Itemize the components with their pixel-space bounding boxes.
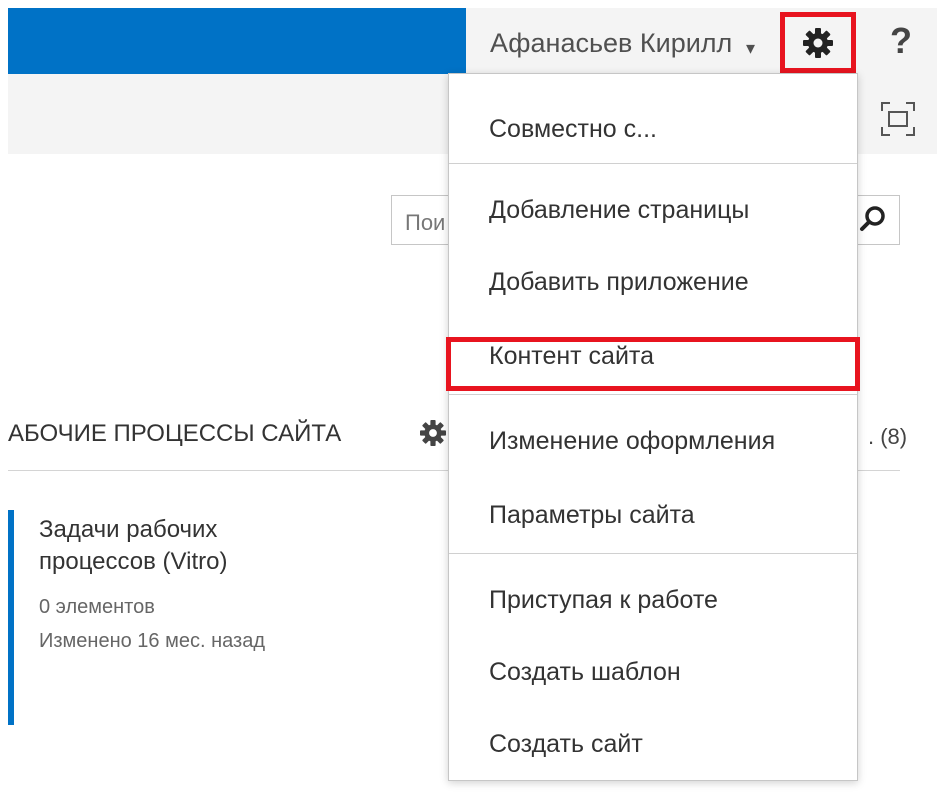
section-count: . (8) xyxy=(868,424,908,449)
site-contents-highlight xyxy=(446,337,860,391)
menu-separator xyxy=(449,553,857,554)
menu-item-site-settings[interactable]: Параметры сайта xyxy=(489,501,695,530)
menu-item-add-app[interactable]: Добавить приложение xyxy=(489,268,749,297)
gear-icon[interactable] xyxy=(420,420,446,446)
tile-accent-bar xyxy=(8,510,14,725)
suite-bar xyxy=(8,8,466,74)
tile-title-link[interactable]: Задачи рабочих процессов (Vitro) xyxy=(39,514,299,578)
help-icon[interactable]: ? xyxy=(890,20,912,62)
menu-item-save-as-template[interactable]: Создать шаблон xyxy=(489,658,681,687)
menu-item-change-look[interactable]: Изменение оформления xyxy=(489,427,775,456)
menu-item-getting-started[interactable]: Приступая к работе xyxy=(489,586,718,615)
menu-item-add-page[interactable]: Добавление страницы xyxy=(489,196,749,225)
tile-item-count: 0 элементов xyxy=(39,596,155,618)
menu-separator xyxy=(449,394,857,395)
gear-icon xyxy=(803,28,833,58)
menu-item-new-site[interactable]: Создать сайт xyxy=(489,730,643,759)
settings-menu: Совместно с... Добавление страницы Добав… xyxy=(448,73,858,781)
tile-modified: Изменено 16 мес. назад xyxy=(39,630,266,652)
section-title: АБОЧИЕ ПРОЦЕССЫ САЙТА xyxy=(8,420,342,447)
menu-separator xyxy=(449,163,857,164)
settings-button[interactable] xyxy=(780,12,856,73)
menu-item-share-with[interactable]: Совместно с... xyxy=(489,115,657,144)
chevron-down-icon[interactable]: ▾ xyxy=(746,38,755,59)
focus-mode-icon[interactable] xyxy=(880,101,916,137)
search-placeholder: Пои xyxy=(405,210,446,235)
user-menu-button[interactable]: Афанасьев Кирилл xyxy=(490,28,732,59)
search-icon[interactable] xyxy=(858,204,888,234)
